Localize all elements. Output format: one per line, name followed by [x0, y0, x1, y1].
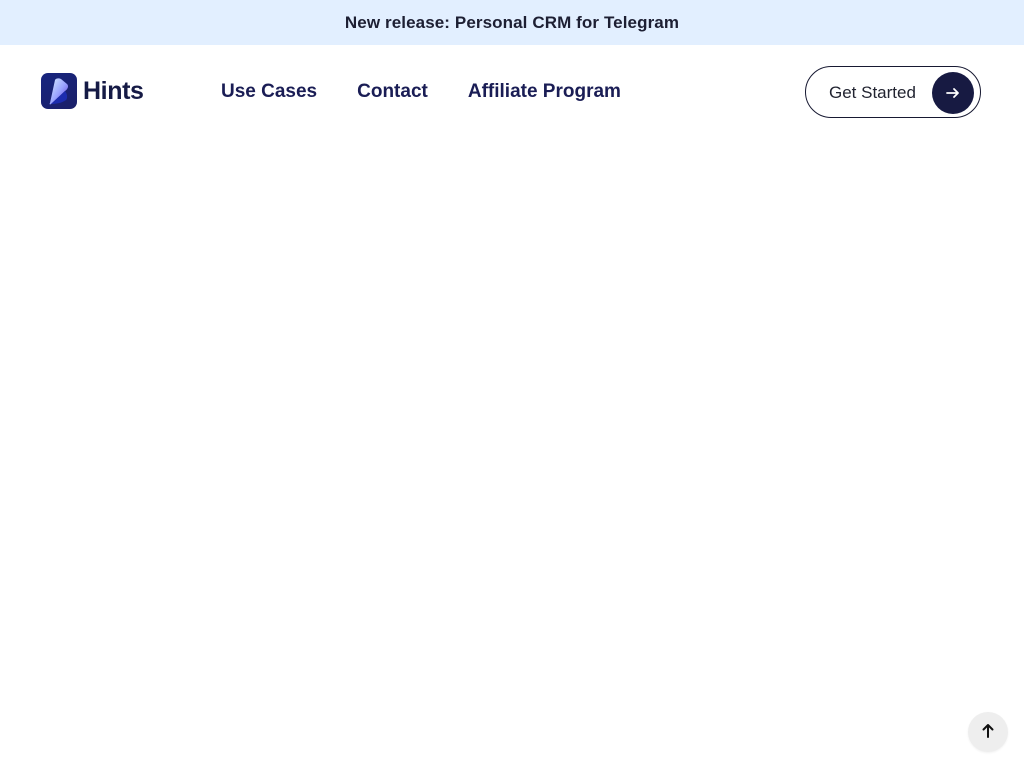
main-nav: Use Cases Contact Affiliate Program — [221, 75, 661, 107]
get-started-button[interactable]: Get Started — [805, 66, 981, 118]
scroll-to-top-button[interactable] — [968, 712, 1008, 752]
nav-link-contact[interactable]: Contact — [357, 82, 428, 101]
arrow-right-icon — [932, 72, 974, 114]
nav-link-use-cases[interactable]: Use Cases — [221, 82, 317, 101]
brand-logo-link[interactable]: Hints — [41, 73, 144, 109]
arrow-up-icon — [979, 722, 997, 743]
nav-link-affiliate-program[interactable]: Affiliate Program — [468, 82, 621, 101]
get-started-label: Get Started — [829, 83, 916, 102]
brand-name: Hints — [83, 76, 144, 105]
announcement-bar[interactable]: New release: Personal CRM for Telegram — [0, 0, 1024, 45]
hints-logo-icon — [41, 73, 77, 109]
site-header: Hints Use Cases Contact Affiliate Progra… — [0, 45, 1024, 137]
